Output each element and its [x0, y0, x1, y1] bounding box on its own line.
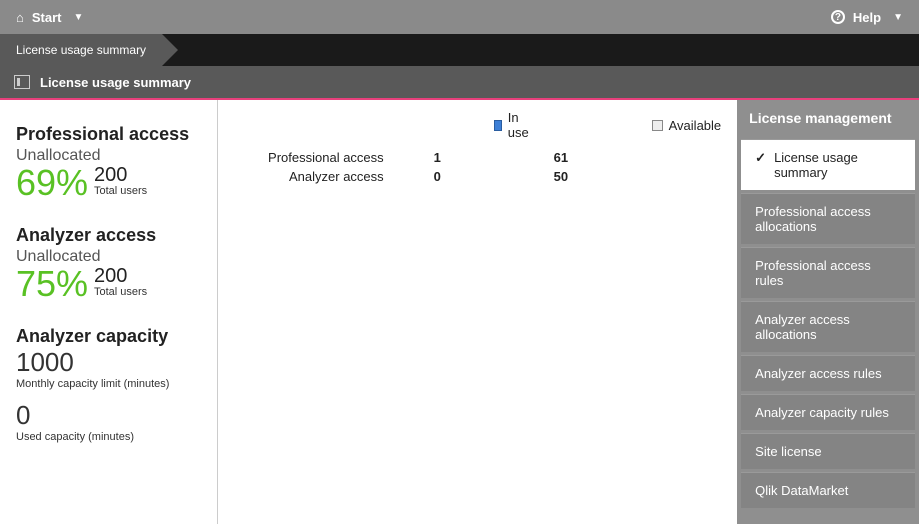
professional-total-number: 200 [94, 165, 147, 185]
access-table: Professional access 1 61 Analyzer access… [234, 148, 694, 186]
nav-item-site-license[interactable]: Site license [741, 433, 915, 469]
analyzer-total-label: Total users [94, 286, 147, 298]
home-icon: ⌂ [16, 10, 24, 25]
nav-item-license-usage-summary[interactable]: ✓ License usage summary [741, 139, 915, 190]
start-menu-button[interactable]: ⌂ Start ▼ [16, 10, 83, 25]
professional-total-label: Total users [94, 185, 147, 197]
nav-item-label: Analyzer access allocations [755, 312, 850, 342]
capacity-limit-number: 1000 [16, 347, 201, 378]
section-title: Professional access [16, 124, 201, 145]
check-icon: ✓ [755, 150, 766, 166]
capacity-used-number: 0 [16, 400, 201, 431]
topbar: ⌂ Start ▼ ? Help ▼ [0, 0, 919, 34]
professional-unallocated-percent: 69% [16, 165, 88, 201]
row-available: 61 [554, 150, 634, 165]
table-row: Professional access 1 61 [234, 148, 694, 167]
nav-title: License management [737, 100, 919, 136]
capacity-used-label: Used capacity (minutes) [16, 431, 201, 443]
capacity-limit-label: Monthly capacity limit (minutes) [16, 378, 201, 390]
legend-available: Available [652, 118, 722, 133]
section-title: Analyzer access [16, 225, 201, 246]
start-label: Start [32, 10, 62, 25]
license-management-nav: License management ✓ License usage summa… [737, 100, 919, 524]
analyzer-access-section: Analyzer access Unallocated 75% 200 Tota… [16, 225, 201, 302]
nav-item-label: Professional access allocations [755, 204, 871, 234]
nav-item-qlik-datamarket[interactable]: Qlik DataMarket [741, 472, 915, 508]
nav-item-label: Analyzer capacity rules [755, 405, 889, 420]
nav-item-label: Analyzer access rules [755, 366, 881, 381]
help-icon: ? [831, 10, 845, 24]
help-menu-button[interactable]: ? Help ▼ [831, 10, 903, 25]
nav-item-professional-access-allocations[interactable]: Professional access allocations [741, 193, 915, 244]
nav-item-analyzer-access-allocations[interactable]: Analyzer access allocations [741, 301, 915, 352]
legend-label: In use [508, 110, 532, 140]
analyzer-total-number: 200 [94, 266, 147, 286]
breadcrumb-bar: License usage summary [0, 34, 919, 66]
row-label: Professional access [234, 150, 434, 165]
nav-item-label: Professional access rules [755, 258, 871, 288]
nav-item-label: Qlik DataMarket [755, 483, 848, 498]
nav-item-label: Site license [755, 444, 821, 459]
square-icon [652, 120, 663, 131]
chevron-down-icon: ▼ [893, 12, 903, 23]
row-label: Analyzer access [234, 169, 434, 184]
help-label: Help [853, 10, 881, 25]
panel-title: License usage summary [40, 75, 191, 90]
legend: In use Available [494, 110, 721, 140]
nav-item-label: License usage summary [774, 150, 901, 180]
panel-header: License usage summary [0, 66, 919, 100]
main-panel: In use Available Professional access 1 6… [218, 100, 737, 524]
breadcrumb-label: License usage summary [16, 43, 146, 57]
breadcrumb-current[interactable]: License usage summary [0, 34, 162, 66]
row-available: 50 [554, 169, 634, 184]
analyzer-unallocated-percent: 75% [16, 266, 88, 302]
professional-access-section: Professional access Unallocated 69% 200 … [16, 124, 201, 201]
nav-item-professional-access-rules[interactable]: Professional access rules [741, 247, 915, 298]
table-row: Analyzer access 0 50 [234, 167, 694, 186]
license-card-icon [14, 75, 30, 89]
analyzer-capacity-section: Analyzer capacity 1000 Monthly capacity … [16, 326, 201, 443]
legend-label: Available [669, 118, 722, 133]
chevron-down-icon: ▼ [73, 12, 83, 23]
square-icon [494, 120, 502, 131]
legend-in-use: In use [494, 110, 532, 140]
stats-sidebar: Professional access Unallocated 69% 200 … [0, 100, 218, 524]
section-title: Analyzer capacity [16, 326, 201, 347]
nav-item-analyzer-access-rules[interactable]: Analyzer access rules [741, 355, 915, 391]
nav-item-analyzer-capacity-rules[interactable]: Analyzer capacity rules [741, 394, 915, 430]
row-in-use: 1 [434, 150, 554, 165]
row-in-use: 0 [434, 169, 554, 184]
content-area: Professional access Unallocated 69% 200 … [0, 100, 919, 524]
